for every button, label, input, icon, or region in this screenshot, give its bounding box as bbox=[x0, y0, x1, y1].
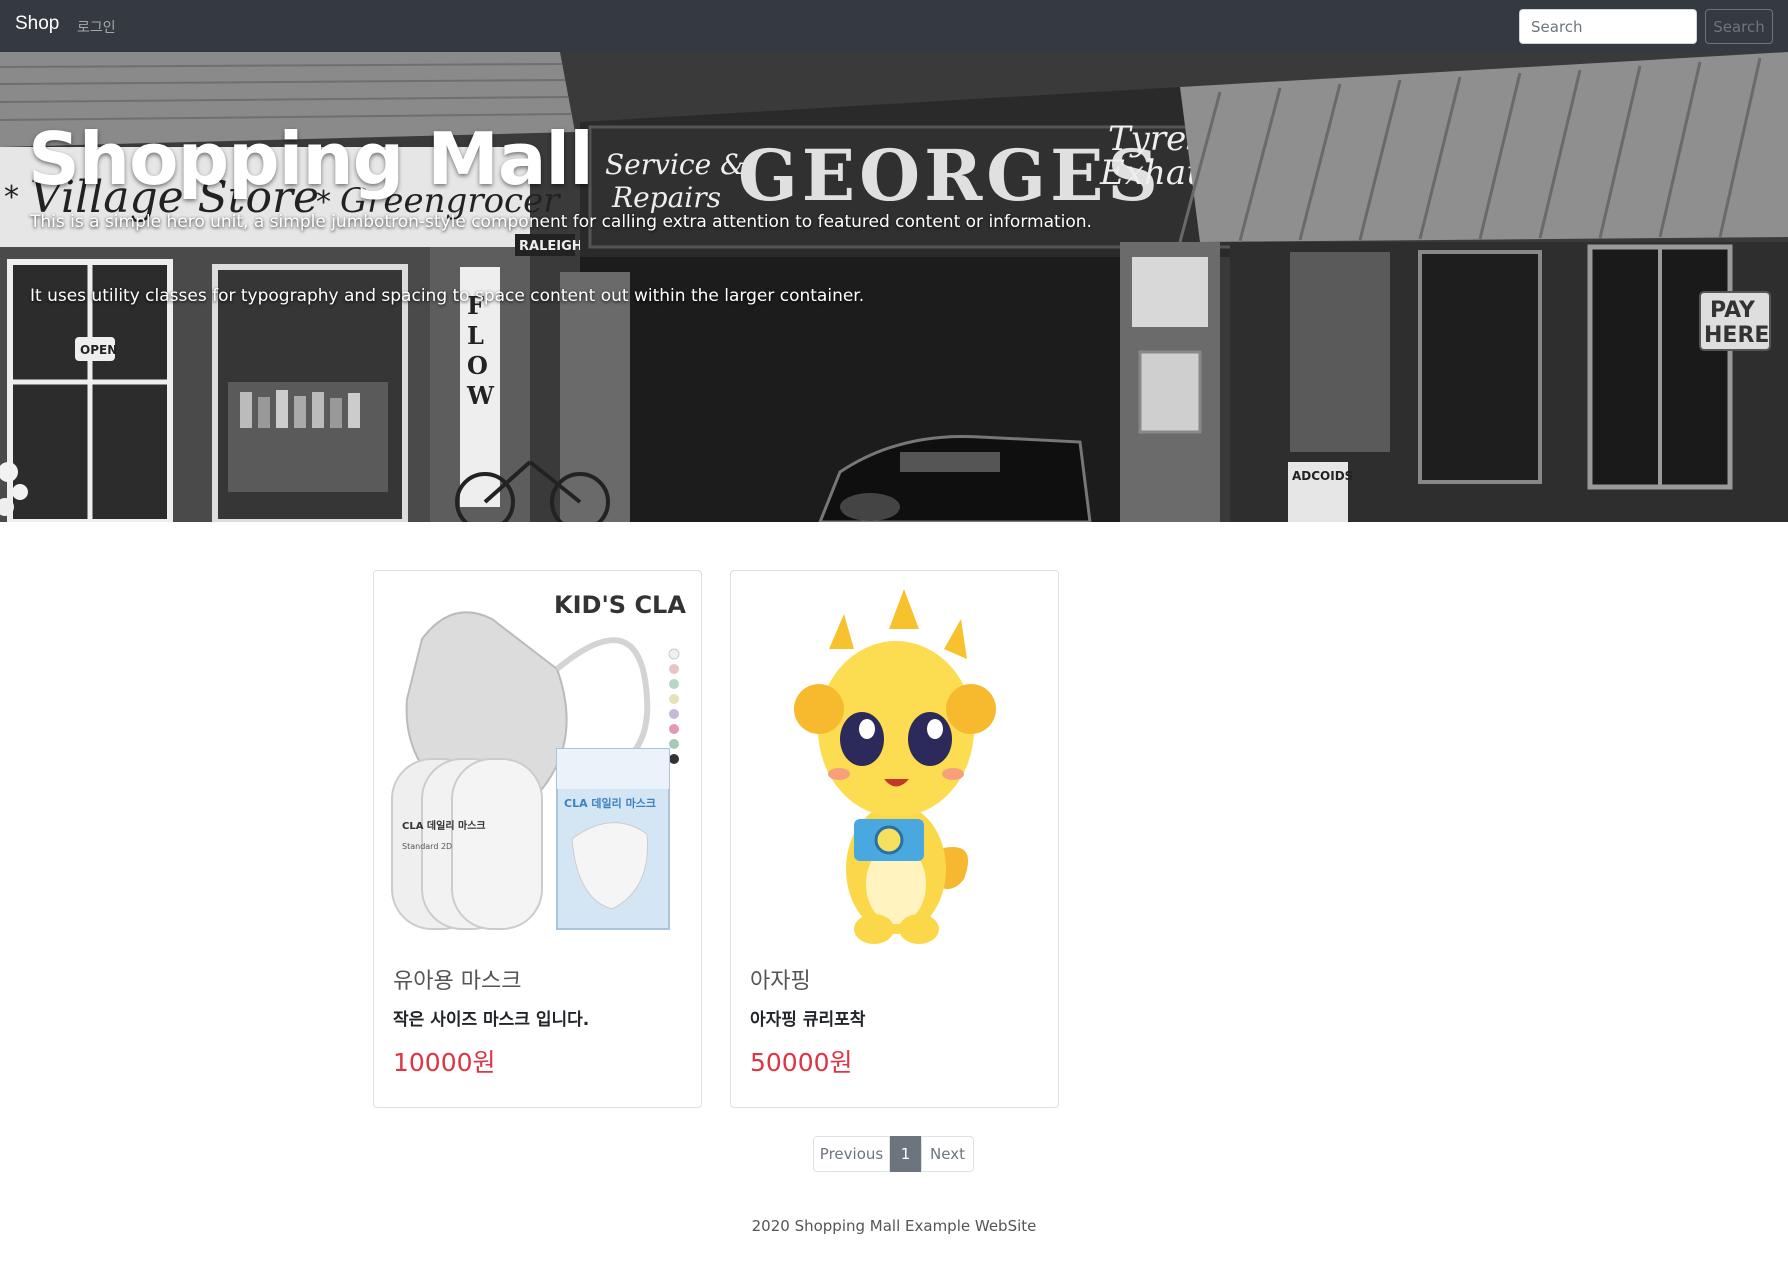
svg-text:KID'S CLA: KID'S CLA bbox=[554, 591, 686, 619]
svg-text:CLA 데일리 마스크: CLA 데일리 마스크 bbox=[564, 796, 656, 810]
svg-text:PAY: PAY bbox=[1710, 298, 1756, 323]
pagination-next-button[interactable]: Next bbox=[921, 1136, 974, 1172]
product-price: 50000원 bbox=[750, 1048, 853, 1077]
hero-body-text: It uses utility classes for typography a… bbox=[30, 286, 865, 306]
product-card[interactable]: KID'S CLA CLA 데일리 마스크 Standard 2D CLA 데일… bbox=[373, 570, 702, 1108]
footer-text: 2020 Shopping Mall Example WebSite bbox=[751, 1217, 1037, 1235]
hero-lead-text: This is a simple hero unit, a simple jum… bbox=[30, 212, 1092, 232]
svg-text:RALEIGH: RALEIGH bbox=[519, 239, 583, 254]
brand-link[interactable]: Shop bbox=[15, 13, 59, 35]
product-price: 10000원 bbox=[393, 1048, 496, 1077]
svg-text:Service &: Service & bbox=[605, 148, 745, 181]
character-toy-image[interactable] bbox=[739, 579, 1051, 949]
pagination: Previous 1 Next bbox=[813, 1136, 974, 1172]
svg-text:Standard 2D: Standard 2D bbox=[402, 842, 452, 851]
svg-text:*: * bbox=[4, 180, 19, 215]
hero-title: Shopping Mall bbox=[28, 117, 594, 201]
top-navbar: Shop 로그인 Search bbox=[0, 0, 1788, 52]
svg-text:GEORGES: GEORGES bbox=[738, 134, 1162, 217]
pagination-page-1[interactable]: 1 bbox=[890, 1136, 921, 1172]
search-input[interactable] bbox=[1519, 9, 1697, 44]
svg-text:O: O bbox=[467, 351, 488, 380]
hero-jumbotron: F L O W Village Store Greengrocer * * OP… bbox=[0, 52, 1788, 522]
product-description: 작은 사이즈 마스크 입니다. bbox=[393, 1010, 590, 1030]
product-title[interactable]: 아자핑 bbox=[750, 963, 811, 995]
svg-text:OPEN: OPEN bbox=[80, 343, 117, 357]
svg-text:W: W bbox=[466, 381, 495, 410]
svg-text:ADCOIDS: ADCOIDS bbox=[1292, 469, 1353, 483]
svg-text:CLA 데일리 마스크: CLA 데일리 마스크 bbox=[402, 819, 486, 832]
product-title[interactable]: 유아용 마스크 bbox=[393, 963, 521, 995]
pagination-previous-button[interactable]: Previous bbox=[813, 1136, 890, 1172]
svg-text:L: L bbox=[467, 321, 484, 350]
product-description: 아자핑 큐리포착 bbox=[750, 1010, 866, 1030]
login-link[interactable]: 로그인 bbox=[77, 17, 116, 37]
mask-product-image[interactable]: KID'S CLA CLA 데일리 마스크 Standard 2D CLA 데일… bbox=[382, 579, 694, 949]
svg-text:HERE: HERE bbox=[1704, 323, 1769, 348]
search-button[interactable]: Search bbox=[1705, 9, 1773, 44]
svg-text:Repairs: Repairs bbox=[611, 181, 721, 214]
product-card[interactable]: 아자핑 아자핑 큐리포착 50000원 bbox=[730, 570, 1059, 1108]
